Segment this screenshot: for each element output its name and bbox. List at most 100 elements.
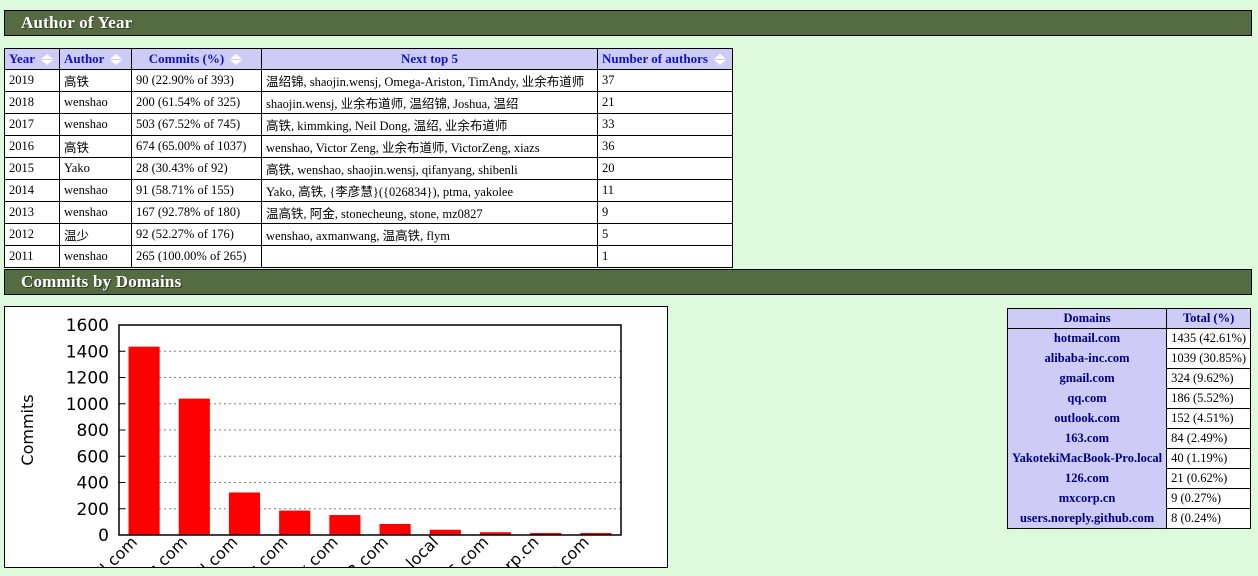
cell-domain-name: 163.com bbox=[1008, 429, 1167, 449]
table-row: 126.com21 (0.62%) bbox=[1008, 469, 1251, 489]
table-row: 2017wenshao503 (67.52% of 745)高铁, kimmki… bbox=[5, 114, 733, 136]
table-row: alibaba-inc.com1039 (30.85%) bbox=[1008, 349, 1251, 369]
cell-year: 2015 bbox=[5, 158, 60, 180]
cell-domain-total: 324 (9.62%) bbox=[1167, 369, 1251, 389]
table-row: 2013wenshao167 (92.78% of 180)温高铁, 阿金, s… bbox=[5, 202, 733, 224]
bar bbox=[129, 347, 160, 535]
y-axis-label: Commits bbox=[18, 394, 37, 465]
cell-author: 高铁 bbox=[60, 70, 132, 92]
table-header-row: Year Author Commits (%) bbox=[5, 49, 733, 70]
cell-number-of-authors: 11 bbox=[598, 180, 733, 202]
cell-domain-name: users.noreply.github.com bbox=[1008, 509, 1167, 529]
column-header-next-top-5[interactable]: Next top 5 bbox=[262, 49, 598, 70]
page-root: Author of Year Year Author bbox=[0, 0, 1258, 576]
commits-by-domains-chart: Commits02004006008001000120014001600hotm… bbox=[4, 306, 668, 568]
table-row: hotmail.com1435 (42.61%) bbox=[1008, 329, 1251, 349]
cell-domain-name: alibaba-inc.com bbox=[1008, 349, 1167, 369]
column-label-next-top-5: Next top 5 bbox=[401, 51, 458, 67]
cell-author: 高铁 bbox=[60, 136, 132, 158]
cell-author: wenshao bbox=[60, 92, 132, 114]
column-header-commits[interactable]: Commits (%) bbox=[132, 49, 262, 70]
cell-author: wenshao bbox=[60, 114, 132, 136]
table-row: 2011wenshao265 (100.00% of 265)1 bbox=[5, 246, 733, 268]
cell-commits: 28 (30.43% of 92) bbox=[132, 158, 262, 180]
sort-updown-icon[interactable] bbox=[714, 54, 726, 65]
sort-updown-icon[interactable] bbox=[230, 54, 242, 65]
sort-updown-icon[interactable] bbox=[110, 54, 122, 65]
column-label-commits: Commits (%) bbox=[149, 51, 224, 67]
cell-commits: 92 (52.27% of 176) bbox=[132, 224, 262, 246]
cell-next-top-5: 温绍锦, shaojin.wensj, Omega-Ariston, TimAn… bbox=[262, 70, 598, 92]
y-axis-tick-label: 400 bbox=[77, 474, 109, 494]
domains-column-header-total[interactable]: Total (%) bbox=[1167, 309, 1251, 329]
cell-commits: 90 (22.90% of 393) bbox=[132, 70, 262, 92]
bar-chart-svg: Commits02004006008001000120014001600hotm… bbox=[5, 307, 667, 567]
cell-year: 2013 bbox=[5, 202, 60, 224]
section-title-author-of-year: Author of Year bbox=[5, 13, 132, 33]
x-axis-tick-label: qq.com bbox=[236, 532, 292, 567]
cell-next-top-5: 温高铁, 阿金, stonecheung, stone, mz0827 bbox=[262, 202, 598, 224]
cell-domain-name: outlook.com bbox=[1008, 409, 1167, 429]
table-row: 163.com84 (2.49%) bbox=[1008, 429, 1251, 449]
table-row: 2016高铁674 (65.00% of 1037)wenshao, Victo… bbox=[5, 136, 733, 158]
cell-domain-name: mxcorp.cn bbox=[1008, 489, 1167, 509]
cell-domain-name: YakotekiMacBook-Pro.local bbox=[1008, 449, 1167, 469]
bar bbox=[229, 492, 260, 535]
cell-next-top-5: 高铁, wenshao, shaojin.wensj, qifanyang, s… bbox=[262, 158, 598, 180]
cell-domain-total: 1039 (30.85%) bbox=[1167, 349, 1251, 369]
column-label-number-of-authors: Number of authors bbox=[602, 51, 708, 67]
cell-number-of-authors: 5 bbox=[598, 224, 733, 246]
table-row: outlook.com152 (4.51%) bbox=[1008, 409, 1251, 429]
column-header-number-of-authors[interactable]: Number of authors bbox=[598, 49, 733, 70]
cell-next-top-5: 高铁, kimmking, Neil Dong, 温绍, 业余布道师 bbox=[262, 114, 598, 136]
cell-domain-total: 9 (0.27%) bbox=[1167, 489, 1251, 509]
y-axis-tick-label: 200 bbox=[77, 500, 109, 520]
domains-column-header-domains[interactable]: Domains bbox=[1008, 309, 1167, 329]
y-axis-tick-label: 1400 bbox=[66, 342, 109, 362]
cell-commits: 167 (92.78% of 180) bbox=[132, 202, 262, 224]
cell-domain-name: 126.com bbox=[1008, 469, 1167, 489]
cell-number-of-authors: 1 bbox=[598, 246, 733, 268]
column-header-year[interactable]: Year bbox=[5, 49, 60, 70]
cell-author: wenshao bbox=[60, 180, 132, 202]
cell-next-top-5: wenshao, Victor Zeng, 业余布道师, VictorZeng,… bbox=[262, 136, 598, 158]
table-row: mxcorp.cn9 (0.27%) bbox=[1008, 489, 1251, 509]
cell-next-top-5 bbox=[262, 246, 598, 268]
cell-year: 2018 bbox=[5, 92, 60, 114]
cell-commits: 265 (100.00% of 265) bbox=[132, 246, 262, 268]
bar bbox=[179, 399, 210, 535]
table-row: users.noreply.github.com8 (0.24%) bbox=[1008, 509, 1251, 529]
bar bbox=[430, 530, 461, 535]
cell-year: 2012 bbox=[5, 224, 60, 246]
table-row: 2014wenshao91 (58.71% of 155)Yako, 高铁, {… bbox=[5, 180, 733, 202]
cell-year: 2016 bbox=[5, 136, 60, 158]
table-row: 2012温少92 (52.27% of 176)wenshao, axmanwa… bbox=[5, 224, 733, 246]
cell-number-of-authors: 21 bbox=[598, 92, 733, 114]
section-title-commits-by-domains: Commits by Domains bbox=[5, 272, 181, 292]
table-row: YakotekiMacBook-Pro.local40 (1.19%) bbox=[1008, 449, 1251, 469]
cell-commits: 91 (58.71% of 155) bbox=[132, 180, 262, 202]
domains-header-row: Domains Total (%) bbox=[1008, 309, 1251, 329]
table-row: gmail.com324 (9.62%) bbox=[1008, 369, 1251, 389]
cell-next-top-5: wenshao, axmanwang, 温高铁, flym bbox=[262, 224, 598, 246]
column-header-author[interactable]: Author bbox=[60, 49, 132, 70]
cell-year: 2011 bbox=[5, 246, 60, 268]
cell-domain-name: hotmail.com bbox=[1008, 329, 1167, 349]
y-axis-tick-label: 1600 bbox=[66, 316, 109, 336]
x-axis-tick-label: 163.com bbox=[329, 532, 392, 567]
cell-year: 2014 bbox=[5, 180, 60, 202]
cell-year: 2019 bbox=[5, 70, 60, 92]
y-axis-tick-label: 1000 bbox=[66, 395, 109, 415]
section-header-author-of-year: Author of Year bbox=[4, 10, 1252, 36]
sort-updown-icon[interactable] bbox=[41, 54, 53, 65]
bar bbox=[380, 524, 411, 535]
y-axis-tick-label: 600 bbox=[77, 447, 109, 467]
cell-commits: 200 (61.54% of 325) bbox=[132, 92, 262, 114]
y-axis-tick-label: 1200 bbox=[66, 369, 109, 389]
cell-number-of-authors: 9 bbox=[598, 202, 733, 224]
author-of-year-table: Year Author Commits (%) bbox=[4, 48, 733, 268]
cell-number-of-authors: 20 bbox=[598, 158, 733, 180]
cell-author: wenshao bbox=[60, 202, 132, 224]
cell-domain-total: 152 (4.51%) bbox=[1167, 409, 1251, 429]
cell-next-top-5: shaojin.wensj, 业余布道师, 温绍锦, Joshua, 温绍 bbox=[262, 92, 598, 114]
